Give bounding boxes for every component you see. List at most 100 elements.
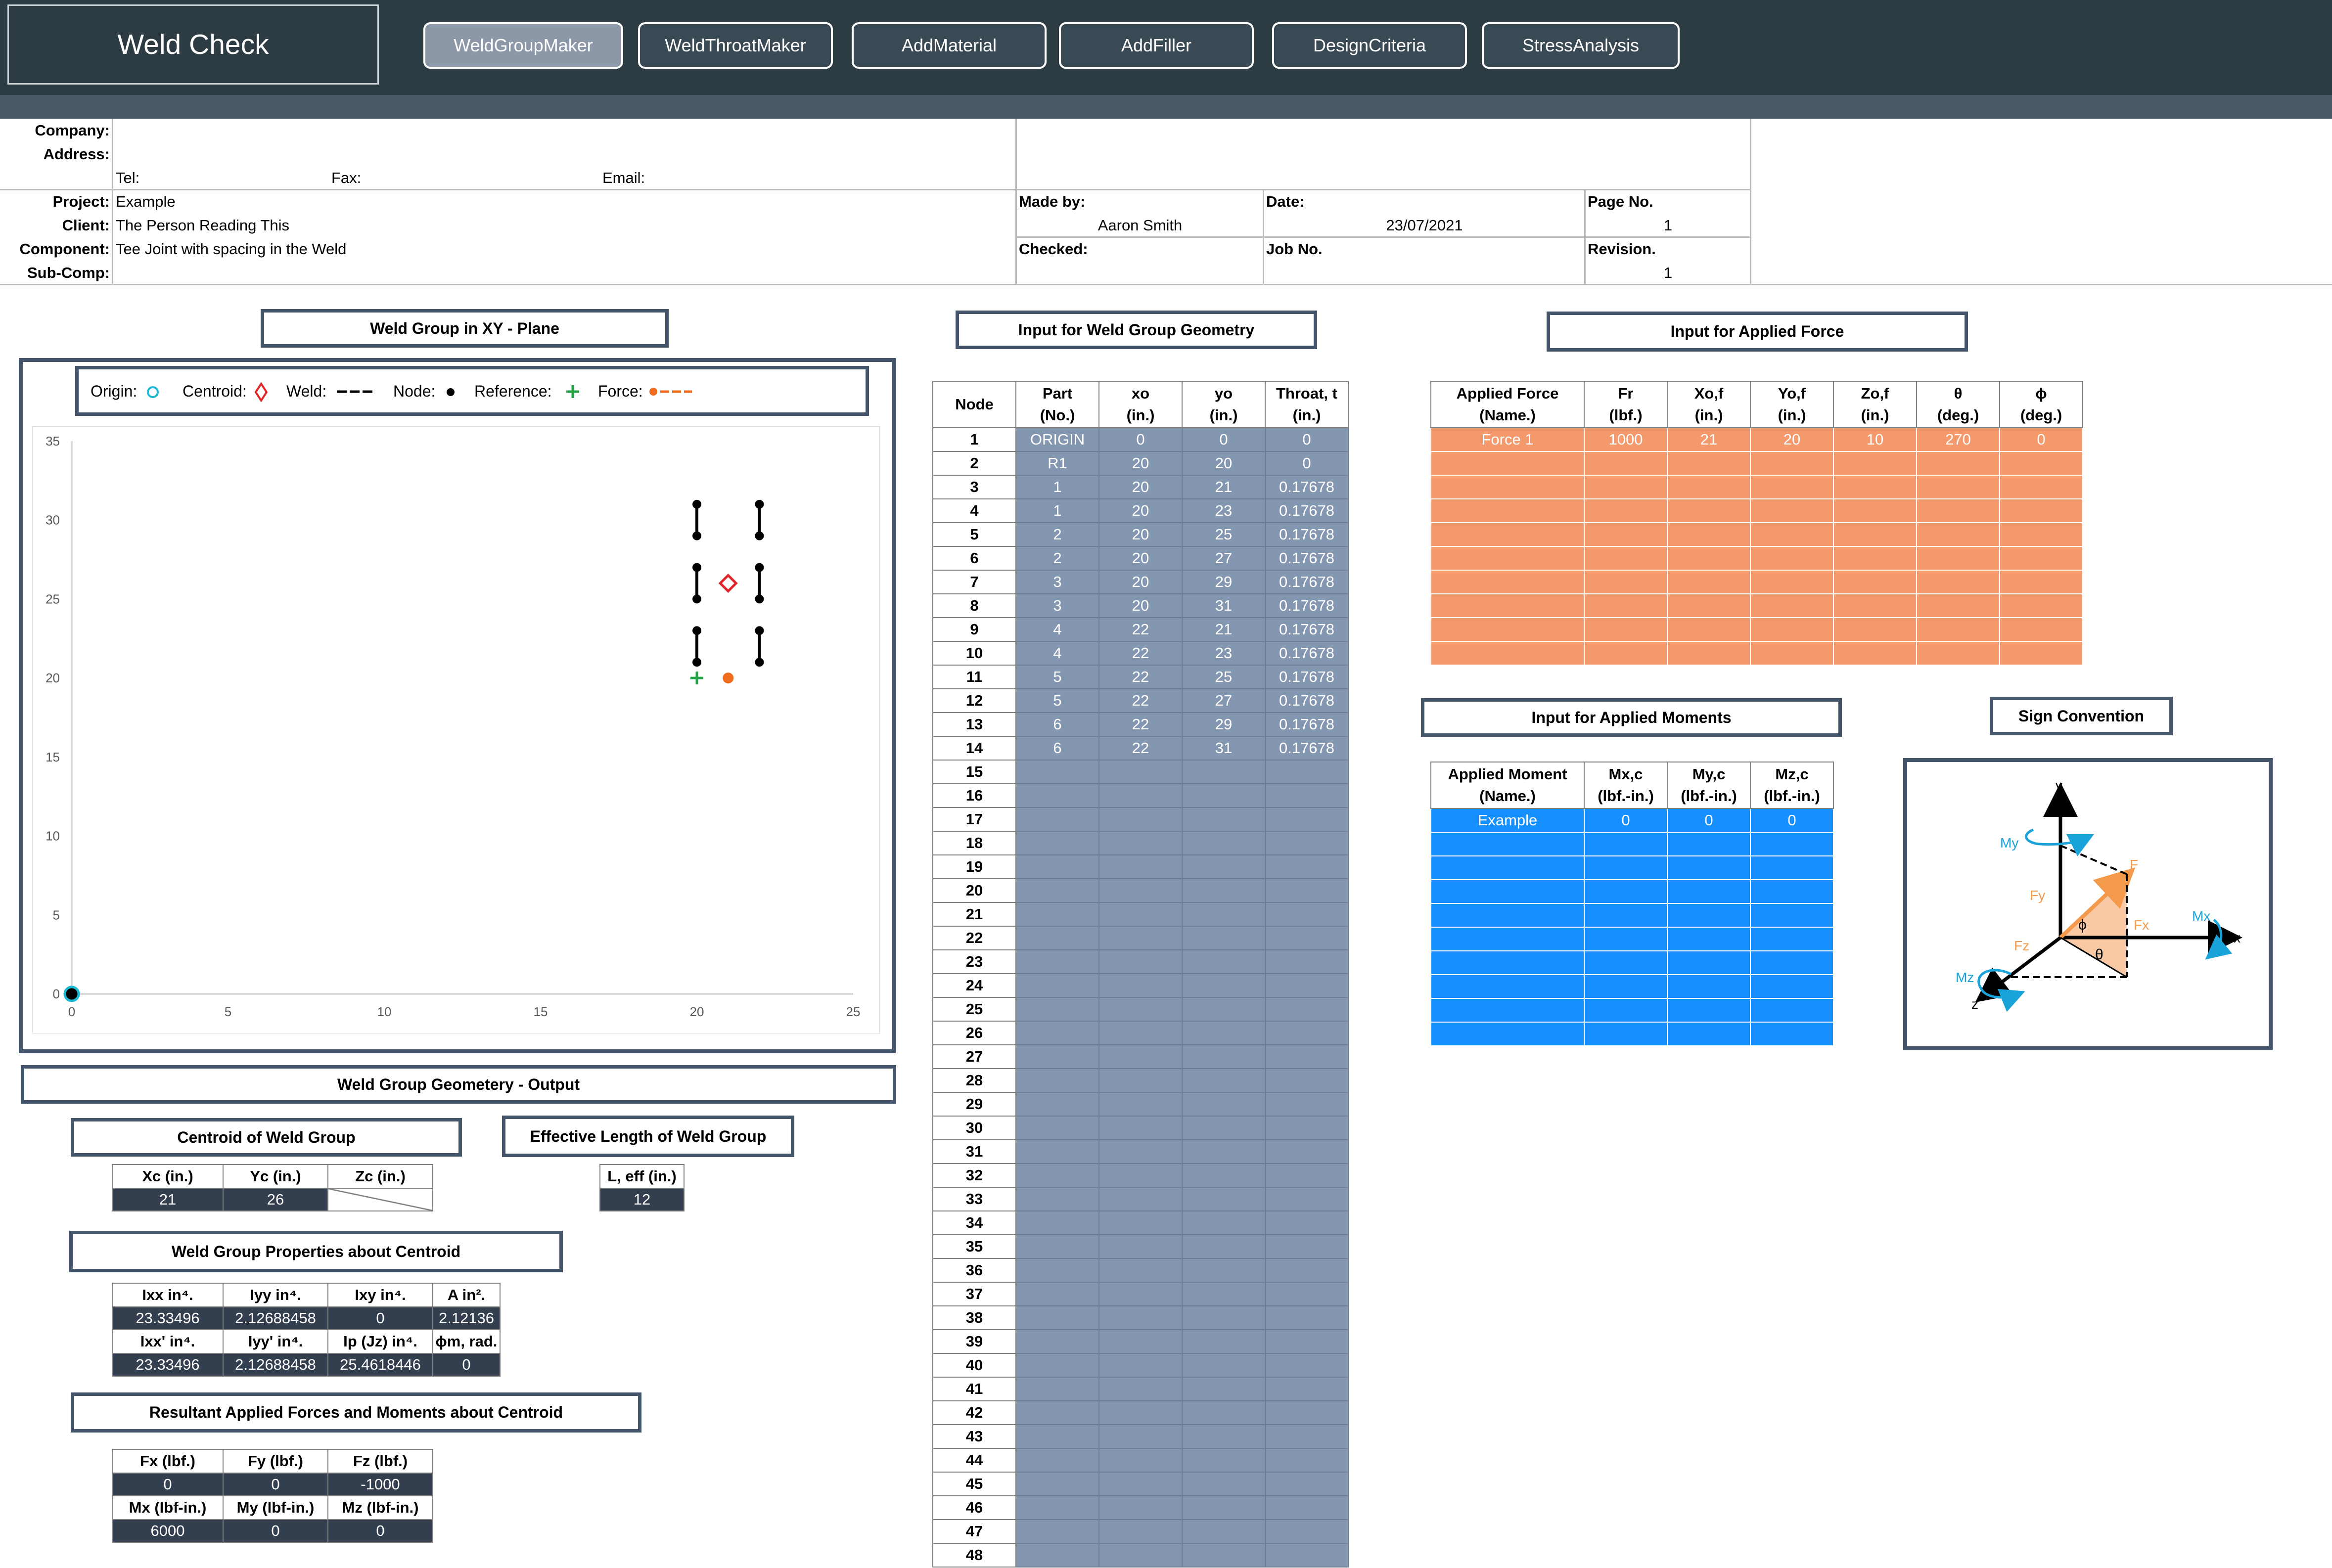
force-input-cell[interactable]: Force 1: [1430, 427, 1585, 452]
force-input-cell[interactable]: [1430, 546, 1585, 571]
geometry-input-cell[interactable]: [1265, 1353, 1349, 1378]
force-input-cell[interactable]: [1750, 570, 1834, 594]
geometry-input-cell[interactable]: [1265, 1210, 1349, 1235]
geometry-input-cell[interactable]: [1015, 1092, 1099, 1117]
geometry-input-cell[interactable]: [1015, 1424, 1099, 1449]
geometry-input-cell[interactable]: [1098, 1139, 1183, 1164]
force-input-cell[interactable]: [1430, 475, 1585, 499]
force-input-cell[interactable]: [1999, 451, 2083, 476]
made-by-value[interactable]: Aaron Smith: [1019, 217, 1261, 234]
geometry-input-cell[interactable]: 0.17678: [1265, 546, 1349, 571]
geometry-input-cell[interactable]: [1015, 1377, 1099, 1401]
geometry-input-cell[interactable]: 5: [1015, 688, 1099, 713]
force-input-cell[interactable]: [1833, 546, 1917, 571]
force-input-cell[interactable]: [1999, 522, 2083, 547]
geometry-input-cell[interactable]: [1015, 1210, 1099, 1235]
nav-addmaterial-button[interactable]: AddMaterial: [852, 22, 1047, 69]
geometry-input-cell[interactable]: [1098, 1187, 1183, 1211]
geometry-input-cell[interactable]: [1182, 1377, 1266, 1401]
geometry-input-cell[interactable]: [1098, 854, 1183, 879]
nav-stressanalysis-button[interactable]: StressAnalysis: [1482, 22, 1680, 69]
geometry-input-cell[interactable]: [1098, 760, 1183, 784]
geometry-input-cell[interactable]: 22: [1098, 712, 1183, 737]
geometry-input-cell[interactable]: [1182, 1021, 1266, 1045]
component-value[interactable]: Tee Joint with spacing in the Weld: [116, 240, 346, 258]
geometry-input-cell[interactable]: [1098, 783, 1183, 808]
geometry-input-cell[interactable]: [1182, 783, 1266, 808]
moment-input-cell[interactable]: [1584, 927, 1668, 951]
geometry-input-cell[interactable]: [1098, 1092, 1183, 1117]
geometry-input-cell[interactable]: [1015, 783, 1099, 808]
geometry-input-cell[interactable]: 20: [1098, 593, 1183, 618]
geometry-input-cell[interactable]: [1015, 831, 1099, 855]
geometry-input-cell[interactable]: [1265, 926, 1349, 950]
geometry-input-cell[interactable]: [1265, 1519, 1349, 1544]
moment-input-cell[interactable]: [1584, 950, 1668, 975]
geometry-input-cell[interactable]: [1182, 926, 1266, 950]
moment-input-cell[interactable]: [1430, 950, 1585, 975]
geometry-input-cell[interactable]: [1265, 949, 1349, 974]
geometry-input-cell[interactable]: [1098, 1377, 1183, 1401]
geometry-input-cell[interactable]: 3: [1015, 570, 1099, 594]
geometry-input-cell[interactable]: [1182, 1329, 1266, 1354]
nav-weldthroatmaker-button[interactable]: WeldThroatMaker: [638, 22, 833, 69]
geometry-input-cell[interactable]: [1265, 1377, 1349, 1401]
geometry-input-cell[interactable]: 20: [1098, 570, 1183, 594]
geometry-input-cell[interactable]: [1265, 1116, 1349, 1140]
geometry-input-cell[interactable]: 20: [1098, 475, 1183, 499]
geometry-input-cell[interactable]: 1: [1015, 498, 1099, 523]
force-input-cell[interactable]: [1916, 546, 2000, 571]
geometry-input-cell[interactable]: [1098, 997, 1183, 1022]
force-input-cell[interactable]: [1999, 498, 2083, 523]
geometry-input-cell[interactable]: 22: [1098, 688, 1183, 713]
force-input-cell[interactable]: [1916, 498, 2000, 523]
geometry-input-cell[interactable]: [1015, 1282, 1099, 1306]
moment-input-cell[interactable]: [1430, 832, 1585, 856]
geometry-input-cell[interactable]: 23: [1182, 641, 1266, 666]
geometry-input-cell[interactable]: [1015, 926, 1099, 950]
force-input-cell[interactable]: [1916, 522, 2000, 547]
force-input-cell[interactable]: [1430, 617, 1585, 642]
geometry-input-cell[interactable]: [1182, 1472, 1266, 1496]
geometry-input-cell[interactable]: [1182, 1234, 1266, 1259]
force-input-cell[interactable]: [1833, 593, 1917, 618]
moment-input-cell[interactable]: [1430, 855, 1585, 880]
geometry-input-cell[interactable]: 0: [1098, 427, 1183, 452]
force-input-cell[interactable]: [1916, 570, 2000, 594]
force-input-cell[interactable]: 10: [1833, 427, 1917, 452]
geometry-input-cell[interactable]: 0.17678: [1265, 498, 1349, 523]
geometry-input-cell[interactable]: [1098, 1044, 1183, 1069]
geometry-input-cell[interactable]: 3: [1015, 593, 1099, 618]
geometry-input-cell[interactable]: 0.17678: [1265, 475, 1349, 499]
geometry-input-cell[interactable]: 2: [1015, 546, 1099, 571]
geometry-input-cell[interactable]: [1015, 878, 1099, 903]
force-input-cell[interactable]: [1584, 593, 1668, 618]
geometry-input-cell[interactable]: [1182, 1543, 1266, 1568]
geometry-input-cell[interactable]: [1098, 926, 1183, 950]
geometry-input-cell[interactable]: [1265, 1092, 1349, 1117]
geometry-input-cell[interactable]: [1098, 1116, 1183, 1140]
force-input-cell[interactable]: 270: [1916, 427, 2000, 452]
geometry-input-cell[interactable]: [1098, 1282, 1183, 1306]
geometry-input-cell[interactable]: [1265, 854, 1349, 879]
geometry-input-cell[interactable]: [1182, 997, 1266, 1022]
moment-input-cell[interactable]: 0: [1750, 808, 1834, 833]
moment-input-cell[interactable]: [1584, 998, 1668, 1023]
geometry-input-cell[interactable]: [1265, 1282, 1349, 1306]
geometry-input-cell[interactable]: [1098, 1021, 1183, 1045]
geometry-input-cell[interactable]: 20: [1098, 451, 1183, 476]
geometry-input-cell[interactable]: 21: [1182, 475, 1266, 499]
force-input-cell[interactable]: [1750, 593, 1834, 618]
force-input-cell[interactable]: 1000: [1584, 427, 1668, 452]
geometry-input-cell[interactable]: [1015, 1187, 1099, 1211]
geometry-input-cell[interactable]: [1265, 1068, 1349, 1093]
geometry-input-cell[interactable]: [1098, 1519, 1183, 1544]
force-input-cell[interactable]: [1667, 546, 1751, 571]
geometry-input-cell[interactable]: [1265, 1472, 1349, 1496]
geometry-input-cell[interactable]: [1015, 854, 1099, 879]
geometry-input-cell[interactable]: [1182, 1163, 1266, 1188]
geometry-input-cell[interactable]: [1015, 1519, 1099, 1544]
nav-designcriteria-button[interactable]: DesignCriteria: [1272, 22, 1467, 69]
geometry-input-cell[interactable]: [1182, 1044, 1266, 1069]
moment-input-cell[interactable]: [1750, 974, 1834, 999]
